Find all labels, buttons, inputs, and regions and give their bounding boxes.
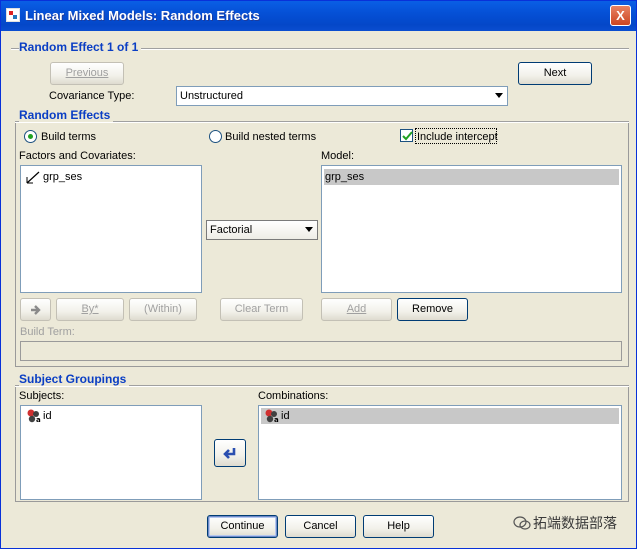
model-label: Model: [321, 150, 355, 162]
include-intercept-checkbox[interactable] [400, 129, 413, 142]
chat-bubble-icon [513, 516, 531, 530]
move-term-button[interactable] [20, 298, 51, 321]
build-term-field[interactable] [20, 341, 622, 361]
factorial-value: Factorial [210, 224, 253, 236]
scale-variable-icon [26, 171, 40, 184]
subjects-list[interactable]: a id [20, 405, 202, 500]
covariance-type-value: Unstructured [180, 90, 243, 102]
app-icon [6, 8, 20, 22]
model-list[interactable]: grp_ses [321, 165, 622, 293]
nominal-variable-icon: a [27, 409, 41, 423]
factorial-select[interactable]: Factorial [206, 220, 318, 240]
help-label: Help [387, 520, 410, 532]
arrow-right-icon [30, 305, 41, 315]
cancel-button[interactable]: Cancel [285, 515, 356, 538]
build-term-label: Build Term: [20, 326, 75, 338]
move-back-button[interactable] [214, 439, 246, 467]
covariance-type-select[interactable]: Unstructured [176, 86, 508, 106]
subject-item-label: id [43, 410, 52, 422]
include-intercept-label: Include intercept [417, 131, 498, 143]
subjects-label: Subjects: [19, 390, 65, 402]
arrow-left-icon [223, 448, 236, 459]
window-title: Linear Mixed Models: Random Effects [25, 8, 260, 23]
close-button[interactable]: X [610, 5, 631, 26]
factor-item-label: grp_ses [43, 171, 83, 183]
within-label: (Within) [144, 303, 182, 315]
clear-term-label: Clear Term [234, 303, 289, 315]
clear-term-button[interactable]: Clear Term [220, 298, 303, 321]
continue-label: Continue [220, 520, 265, 532]
previous-label: Previous [65, 67, 109, 79]
combinations-label: Combinations: [258, 390, 329, 402]
help-button[interactable]: Help [363, 515, 434, 538]
svg-text:a: a [274, 416, 279, 423]
next-label: Next [543, 67, 567, 79]
subject-groupings-group-title: Subject Groupings [19, 372, 130, 386]
next-button[interactable]: Next [518, 62, 592, 85]
remove-button[interactable]: Remove [397, 298, 468, 321]
dialog-window: Linear Mixed Models: Random Effects X Ra… [0, 0, 637, 549]
watermark: 拓端数据部落 [513, 513, 617, 533]
chevron-down-icon [305, 227, 313, 232]
add-button[interactable]: Add [321, 298, 392, 321]
build-nested-terms-label: Build nested terms [225, 131, 317, 143]
factors-covariates-list[interactable]: grp_ses [20, 165, 202, 293]
watermark-text: 拓端数据部落 [533, 515, 617, 531]
nominal-variable-icon: a [265, 409, 279, 423]
random-effect-group-title: Random Effect 1 of 1 [19, 40, 142, 54]
cancel-label: Cancel [303, 520, 338, 532]
remove-label: Remove [412, 303, 453, 315]
checkmark-icon [402, 131, 413, 141]
by-label: By* [81, 303, 99, 315]
add-label: Add [346, 303, 367, 315]
model-item-label: grp_ses [325, 171, 365, 183]
list-item[interactable]: a id [261, 408, 619, 424]
build-nested-terms-radio[interactable] [209, 130, 222, 143]
list-item[interactable]: a id [23, 408, 199, 424]
build-terms-radio[interactable] [24, 130, 37, 143]
chevron-down-icon [495, 93, 503, 98]
continue-button[interactable]: Continue [207, 515, 278, 538]
combinations-list[interactable]: a id [258, 405, 622, 500]
by-button[interactable]: By* [56, 298, 124, 321]
random-effects-group-title: Random Effects [19, 108, 114, 122]
svg-text:a: a [36, 416, 41, 423]
list-item[interactable]: grp_ses [324, 169, 619, 185]
build-terms-label: Build terms [41, 131, 97, 143]
factors-covariates-label: Factors and Covariates: [19, 150, 136, 162]
covariance-type-label: Covariance Type: [49, 90, 135, 102]
combination-item-label: id [281, 410, 290, 422]
list-item[interactable]: grp_ses [23, 169, 199, 185]
previous-button[interactable]: Previous [50, 62, 124, 85]
title-bar: Linear Mixed Models: Random Effects X [1, 1, 636, 31]
within-button[interactable]: (Within) [129, 298, 197, 321]
